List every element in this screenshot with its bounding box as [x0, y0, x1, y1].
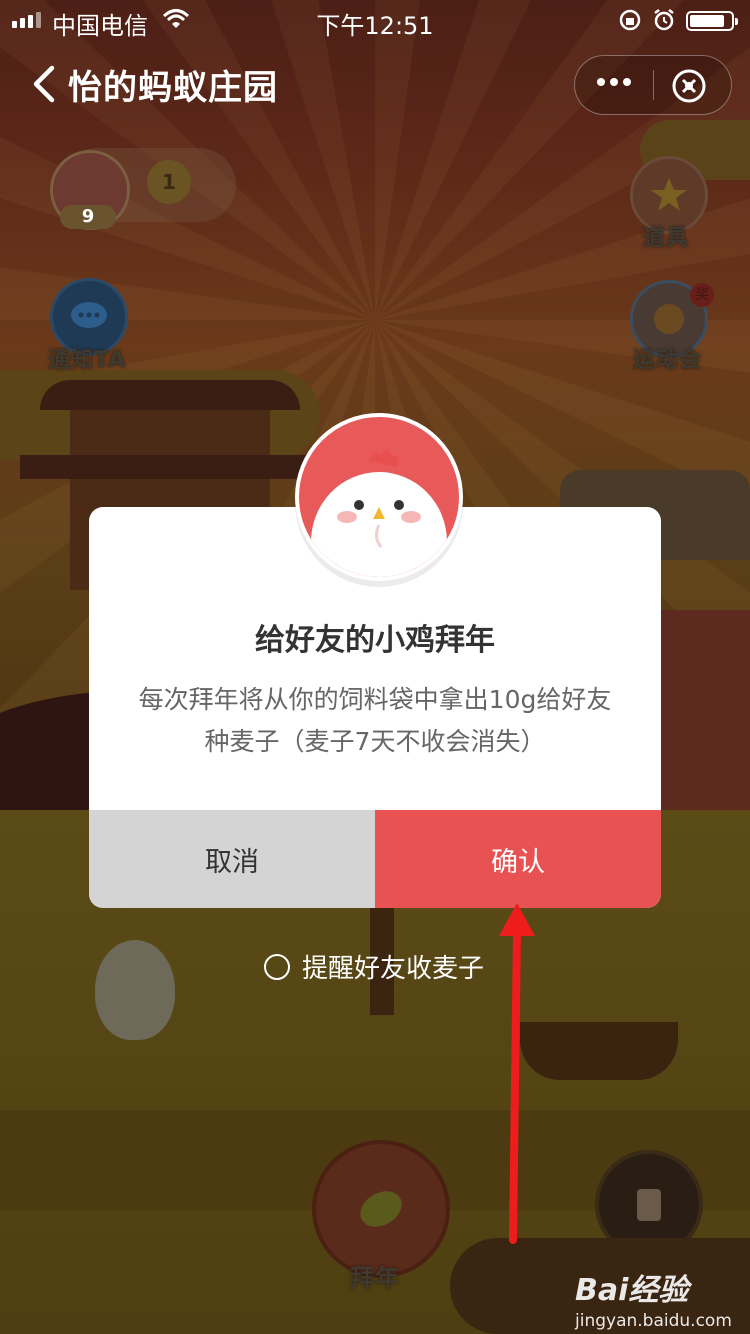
bainian-label: 拜年: [350, 1264, 400, 1292]
friend-chicken-avatar: [295, 413, 463, 581]
dialog-title: 给好友的小鸡拜年: [255, 623, 495, 658]
temple-roof: [20, 455, 320, 479]
remind-option[interactable]: 提醒好友收麦子: [264, 948, 484, 985]
back-arrow-icon[interactable]: [28, 64, 64, 104]
sports-label: 运动会: [633, 348, 703, 373]
sports-badge: 奖: [690, 283, 714, 307]
dialog-message: 每次拜年将从你的饲料袋中拿出10g给好友种麦子（麦子7天不收会消失）: [138, 685, 612, 756]
capsule-divider: [653, 70, 654, 100]
feed-bag-icon: [637, 1189, 661, 1221]
status-bar: 中国电信 下午12:51: [0, 0, 750, 40]
sports-medal-icon: [654, 304, 684, 334]
watermark: Bai经验 jingyan.baidu.com: [575, 1265, 732, 1331]
star-icon: [651, 178, 687, 211]
confirm-button[interactable]: 确认: [375, 810, 661, 908]
notify-label: 通知TA: [48, 348, 127, 373]
alarm-icon: [654, 9, 674, 31]
medal-icon[interactable]: 1: [147, 160, 191, 204]
watermark-url: jingyan.baidu.com: [575, 1311, 732, 1331]
level-badge: 9: [60, 205, 116, 229]
chicken-icon: [311, 450, 447, 577]
annotation-arrow: [499, 903, 535, 1244]
medal-number: 1: [162, 170, 176, 194]
close-mini-program-icon[interactable]: [671, 68, 707, 104]
leaf-icon: [360, 1191, 402, 1227]
remind-radio[interactable]: [264, 953, 290, 980]
egg: [95, 940, 175, 1040]
battery-icon: [686, 11, 738, 31]
chat-bubble-icon: [71, 302, 107, 328]
house-wall: [658, 610, 750, 810]
temple-roof: [40, 380, 300, 410]
rotation-lock-icon: [619, 9, 641, 31]
mini-program-capsule: [574, 55, 732, 115]
remind-label: 提醒好友收麦子: [302, 954, 485, 984]
more-icon[interactable]: [597, 78, 631, 86]
page-title: 怡的蚂蚁庄园: [68, 68, 278, 108]
cancel-button[interactable]: 取消: [89, 810, 375, 908]
watermark-brand: Bai经验: [575, 1273, 689, 1308]
props-label: 道具: [643, 226, 690, 251]
